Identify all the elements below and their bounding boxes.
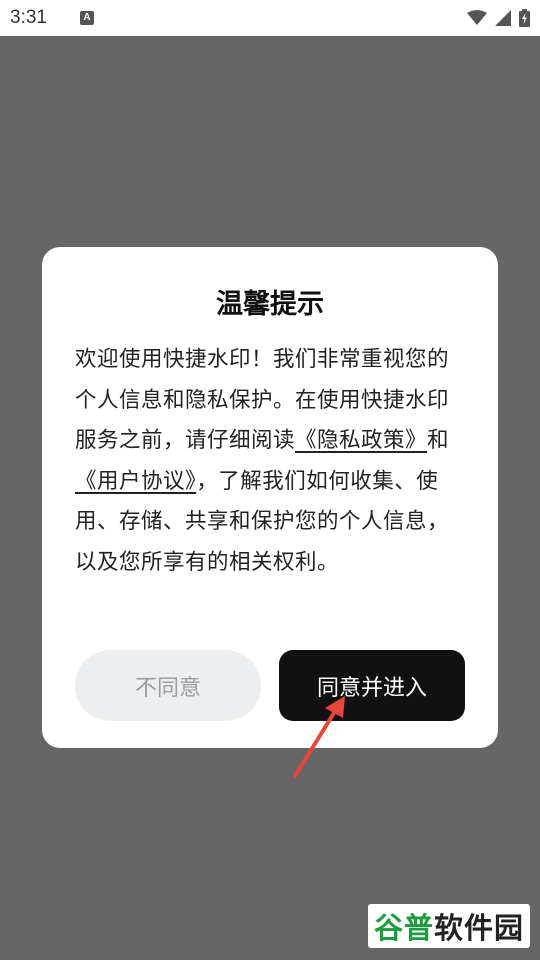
dialog-body: 欢迎使用快捷水印！我们非常重视您的个人信息和隐私保护。在使用快捷水印服务之前，请…	[75, 340, 455, 583]
a-icon: A	[80, 11, 94, 25]
status-bar: 3:31 A	[0, 0, 540, 36]
battery-icon	[519, 9, 530, 27]
dialog-title: 温馨提示	[216, 289, 324, 320]
body-text-and: 和	[427, 428, 450, 453]
user-agreement-link[interactable]: 《用户协议》	[75, 469, 196, 494]
status-icons	[467, 9, 530, 27]
pointer-arrow-icon	[293, 696, 345, 778]
watermark-logo: 谷普 软件园	[368, 904, 530, 948]
watermark-part2: 软件园	[434, 911, 525, 945]
signal-icon	[495, 10, 511, 26]
watermark-part1: 谷普	[373, 911, 434, 945]
status-time: 3:31	[10, 7, 47, 28]
disagree-button[interactable]: 不同意	[75, 650, 261, 721]
privacy-policy-link[interactable]: 《隐私政策》	[295, 428, 427, 453]
wifi-icon	[467, 10, 487, 25]
